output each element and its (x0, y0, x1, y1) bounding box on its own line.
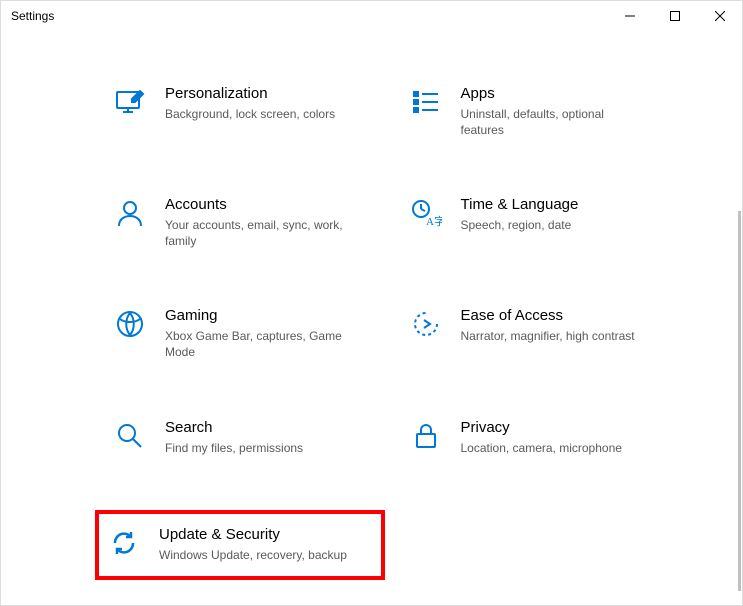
privacy-icon (409, 419, 443, 453)
minimize-icon (625, 11, 635, 21)
settings-content: Personalization Background, lock screen,… (1, 61, 742, 605)
tile-desc: Uninstall, defaults, optional features (461, 107, 651, 138)
tile-time-language[interactable]: A字 Time & Language Speech, region, date (407, 192, 673, 253)
window-title: Settings (11, 9, 54, 23)
settings-grid: Personalization Background, lock screen,… (111, 81, 672, 580)
tile-apps[interactable]: Apps Uninstall, defaults, optional featu… (407, 81, 673, 142)
tile-personalization[interactable]: Personalization Background, lock screen,… (111, 81, 377, 142)
personalization-icon (113, 85, 147, 119)
close-button[interactable] (697, 1, 742, 31)
window-controls (607, 1, 742, 31)
maximize-button[interactable] (652, 1, 697, 31)
scrollbar[interactable] (738, 211, 741, 591)
tile-label: Apps (461, 85, 651, 103)
tile-label: Search (165, 419, 303, 437)
tile-label: Personalization (165, 85, 335, 103)
tile-desc: Windows Update, recovery, backup (159, 548, 347, 564)
tile-label: Time & Language (461, 196, 579, 214)
maximize-icon (670, 11, 680, 21)
tile-privacy[interactable]: Privacy Location, camera, microphone (407, 415, 673, 461)
tile-desc: Your accounts, email, sync, work, family (165, 218, 355, 249)
tile-desc: Narrator, magnifier, high contrast (461, 329, 635, 345)
tile-ease-of-access[interactable]: Ease of Access Narrator, magnifier, high… (407, 303, 673, 364)
tile-label: Privacy (461, 419, 622, 437)
update-security-icon (107, 526, 141, 560)
close-icon (715, 11, 725, 21)
svg-text:A字: A字 (426, 214, 442, 228)
tile-label: Accounts (165, 196, 355, 214)
search-icon (113, 419, 147, 453)
tile-update-security[interactable]: Update & Security Windows Update, recove… (95, 510, 385, 580)
gaming-icon (113, 307, 147, 341)
tile-desc: Find my files, permissions (165, 441, 303, 457)
apps-icon (409, 85, 443, 119)
tile-label: Update & Security (159, 526, 347, 544)
time-language-icon: A字 (409, 196, 443, 230)
settings-window: Settings (0, 0, 743, 606)
tile-label: Ease of Access (461, 307, 635, 325)
tile-label: Gaming (165, 307, 355, 325)
titlebar: Settings (1, 1, 742, 31)
tile-desc: Xbox Game Bar, captures, Game Mode (165, 329, 355, 360)
minimize-button[interactable] (607, 1, 652, 31)
tile-accounts[interactable]: Accounts Your accounts, email, sync, wor… (111, 192, 377, 253)
tile-desc: Speech, region, date (461, 218, 579, 234)
tile-search[interactable]: Search Find my files, permissions (111, 415, 377, 461)
tile-desc: Location, camera, microphone (461, 441, 622, 457)
tile-gaming[interactable]: Gaming Xbox Game Bar, captures, Game Mod… (111, 303, 377, 364)
accounts-icon (113, 196, 147, 230)
tile-desc: Background, lock screen, colors (165, 107, 335, 123)
ease-of-access-icon (409, 307, 443, 341)
